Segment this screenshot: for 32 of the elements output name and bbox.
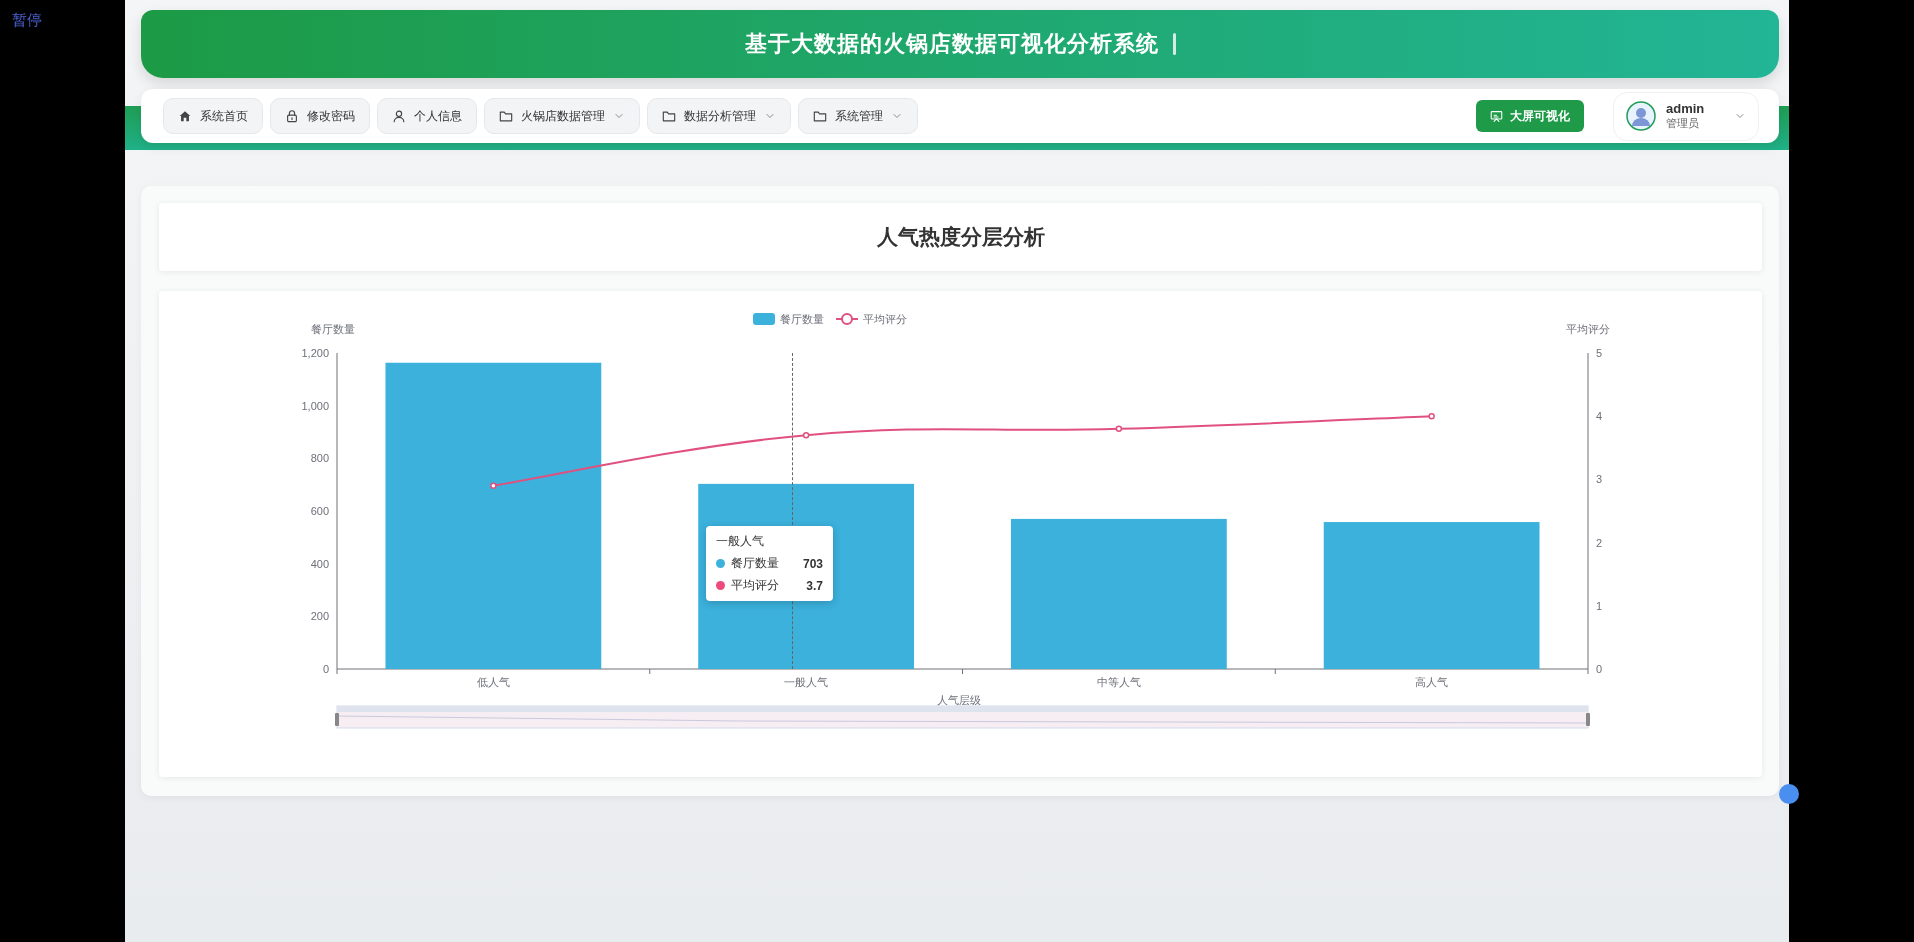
axis-title: 餐厅数量 <box>311 323 355 335</box>
series-value: 703 <box>802 556 823 571</box>
tick-label: 400 <box>310 557 329 570</box>
category-label: 低人气 <box>476 676 510 688</box>
tick-label: 5 <box>1596 347 1603 359</box>
tick-label: 0 <box>1596 663 1603 675</box>
pause-label: 暂停 <box>12 11 42 30</box>
axis-title: 平均评分 <box>1566 323 1610 335</box>
page-title: 人气热度分层分析 <box>876 224 1045 250</box>
series-name: 平均评分 <box>731 577 780 594</box>
axis-title: 人气层级 <box>937 694 981 706</box>
series-value: 3.7 <box>806 578 823 593</box>
tick-label: 2 <box>1596 536 1603 549</box>
tick-label: 1 <box>1596 599 1603 612</box>
category-label: 中等人气 <box>1096 676 1141 688</box>
tick-label: 1,200 <box>301 347 329 359</box>
category-label: 高人气 <box>1415 676 1449 688</box>
series-name: 餐厅数量 <box>731 555 780 572</box>
tick-label: 800 <box>310 452 329 465</box>
legend-label: 平均评分 <box>863 313 907 325</box>
tick-label: 3 <box>1596 473 1603 486</box>
tick-label: 1,000 <box>301 399 329 412</box>
legend-label: 餐厅数量 <box>780 313 824 325</box>
app-title: 基于大数据的火锅店数据可视化分析系统 <box>744 30 1159 58</box>
user-name: admin <box>1666 101 1706 116</box>
tick-label: 4 <box>1596 410 1603 423</box>
tooltip-title: 一般人气 <box>716 533 765 550</box>
tick-label: 600 <box>310 505 329 517</box>
user-role: 管理员 <box>1666 116 1700 131</box>
tick-label: 200 <box>310 610 329 623</box>
tick-label: 0 <box>322 663 329 675</box>
category-label: 一般人气 <box>784 676 829 688</box>
